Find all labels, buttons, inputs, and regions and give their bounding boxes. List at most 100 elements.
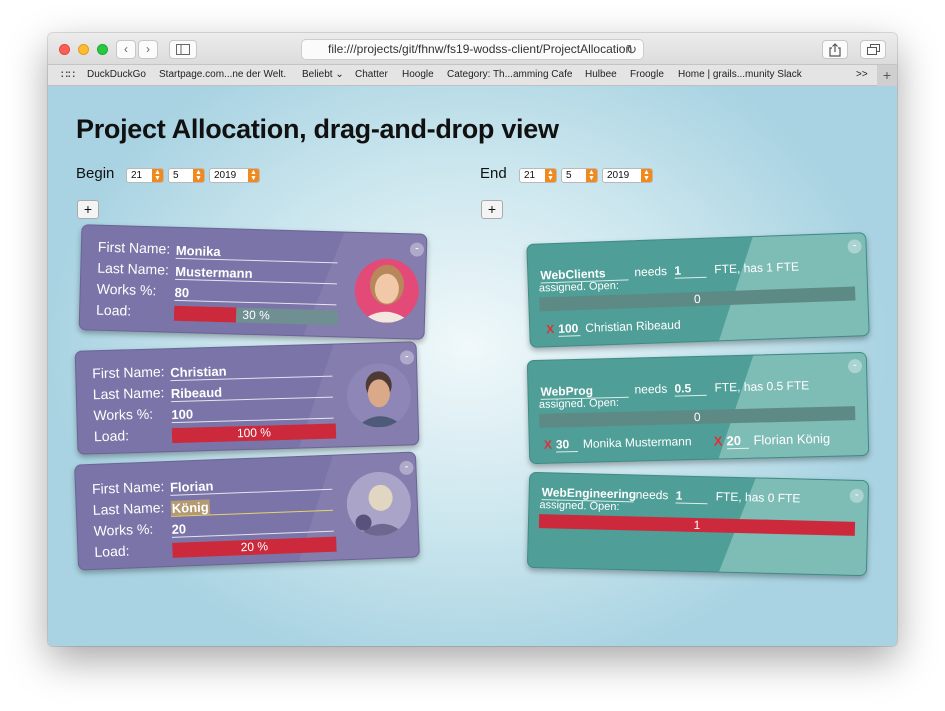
end-month-value: 5: [566, 170, 572, 181]
assignment-percent-field[interactable]: 100: [558, 321, 581, 337]
first-name-label: First Name:: [97, 238, 171, 257]
assignment[interactable]: X 20 Florian König: [714, 431, 831, 450]
chevron-right-icon: ›: [146, 42, 150, 56]
stepper-arrows-icon[interactable]: ▲ ▼: [545, 169, 556, 182]
close-window-button[interactable]: [59, 44, 70, 55]
page-content: Project Allocation, drag-and-drop view B…: [48, 86, 897, 646]
load-label: Load:: [94, 542, 130, 560]
fte-has-text: FTE, has 0.5 FTE: [714, 378, 810, 395]
needs-field[interactable]: 1: [675, 488, 708, 505]
back-button[interactable]: ‹: [116, 40, 136, 59]
bookmark-item[interactable]: Hulbee: [585, 69, 617, 80]
last-name-field[interactable]: Mustermann: [175, 263, 338, 285]
assigned-open-label: assigned. Open:: [538, 279, 620, 295]
grid-icon[interactable]: ∷∷: [61, 68, 75, 81]
remove-assignment-icon[interactable]: X: [714, 433, 723, 448]
minimize-window-button[interactable]: [78, 44, 89, 55]
bookmark-item[interactable]: Startpage.com...ne der Welt.: [159, 69, 286, 80]
page-title: Project Allocation, drag-and-drop view: [76, 114, 559, 144]
stepper-arrows-icon[interactable]: ▲ ▼: [248, 169, 259, 182]
bookmark-item[interactable]: DuckDuckGo: [87, 69, 146, 80]
project-card[interactable]: WebClients needs 1 FTE, has 1 FTE assign…: [526, 232, 870, 348]
begin-day-stepper[interactable]: 21 ▲ ▼: [126, 168, 164, 183]
browser-toolbar: ‹ › file:///projects/git/fhnw/fs19-wodss…: [48, 33, 897, 65]
assignment[interactable]: X 100 Christian Ribeaud: [546, 318, 681, 338]
zoom-window-button[interactable]: [97, 44, 108, 55]
bookmark-item[interactable]: Hoogle: [402, 69, 434, 80]
stepper-arrows-icon[interactable]: ▲ ▼: [152, 169, 163, 182]
first-name-label: First Name:: [92, 363, 165, 382]
person-card[interactable]: First Name: Florian Last Name: König Wor…: [74, 451, 420, 571]
assignment-last-name: Mustermann: [624, 434, 692, 450]
needs-label: needs: [635, 487, 669, 503]
last-name-label: Last Name:: [97, 259, 170, 278]
needs-field[interactable]: 1: [674, 262, 707, 279]
stepper-arrows-icon[interactable]: ▲ ▼: [641, 169, 652, 182]
begin-month-stepper[interactable]: 5 ▲ ▼: [168, 168, 205, 183]
first-name-field[interactable]: Florian: [169, 473, 333, 496]
first-name-label: First Name:: [91, 478, 165, 497]
works-field[interactable]: 80: [174, 284, 337, 306]
fte-has-text: FTE, has 1 FTE: [714, 259, 800, 277]
add-project-button[interactable]: +: [481, 200, 503, 219]
first-name-field[interactable]: Monika: [175, 242, 339, 264]
bookmarks-more-button[interactable]: >>: [856, 69, 868, 80]
remove-assignment-icon[interactable]: X: [544, 438, 552, 452]
last-name-field[interactable]: Ribeaud: [170, 381, 334, 403]
needs-label: needs: [634, 381, 668, 397]
end-year-stepper[interactable]: 2019 ▲ ▼: [602, 168, 653, 183]
sidebar-toggle-button[interactable]: [169, 40, 197, 59]
begin-year-value: 2019: [214, 170, 237, 181]
stepper-arrows-icon[interactable]: ▲ ▼: [193, 169, 204, 182]
forward-button[interactable]: ›: [138, 40, 158, 59]
person-card[interactable]: First Name: Monika Last Name: Mustermann…: [78, 224, 428, 340]
end-year-value: 2019: [607, 170, 630, 181]
last-name-field[interactable]: König: [170, 494, 334, 517]
end-month-stepper[interactable]: 5 ▲ ▼: [561, 168, 598, 183]
assignment-percent-field[interactable]: 30: [555, 436, 579, 453]
begin-year-stepper[interactable]: 2019 ▲ ▼: [209, 168, 260, 183]
first-name-field[interactable]: Christian: [170, 360, 333, 382]
assignment-last-name: Ribeaud: [635, 317, 681, 334]
assigned-open-label: assigned. Open:: [538, 396, 620, 411]
needs-field[interactable]: 0.5: [674, 380, 707, 397]
bookmark-item[interactable]: Chatter: [355, 69, 388, 80]
works-label: Works %:: [96, 280, 157, 299]
person-card[interactable]: First Name: Christian Last Name: Ribeaud…: [74, 341, 420, 455]
project-card[interactable]: WebEngineering needs 1 FTE, has 0 FTE as…: [526, 471, 870, 577]
address-text: file:///projects/git/fhnw/fs19-wodss-cli…: [328, 42, 633, 56]
assignment-first-name: Monika: [582, 435, 622, 451]
fte-has-text: FTE, has 0 FTE: [715, 489, 801, 506]
assigned-open-label: assigned. Open:: [539, 499, 620, 514]
load-text: 30 %: [242, 307, 270, 323]
assignment-first-name: Christian: [585, 319, 633, 335]
project-card[interactable]: WebProg needs 0.5 FTE, has 0.5 FTE assig…: [526, 351, 870, 465]
end-day-value: 21: [524, 170, 536, 181]
assignment-last-name: König: [796, 430, 831, 447]
tabs-button[interactable]: [860, 40, 886, 59]
last-name-selection: König: [170, 499, 210, 516]
address-bar[interactable]: file:///projects/git/fhnw/fs19-wodss-cli…: [301, 39, 644, 60]
bookmark-item[interactable]: Category: Th...amming Cafe: [447, 69, 572, 80]
add-person-button[interactable]: +: [77, 200, 99, 219]
assignment-percent-field[interactable]: 20: [726, 432, 749, 450]
end-label: End: [480, 165, 507, 182]
load-label: Load:: [95, 301, 132, 319]
new-tab-button[interactable]: +: [877, 65, 897, 86]
load-bar: 30 %: [173, 305, 339, 326]
stepper-arrows-icon[interactable]: ▲ ▼: [586, 169, 597, 182]
end-day-stepper[interactable]: 21 ▲ ▼: [519, 168, 557, 183]
assignment[interactable]: X 30 Monika Mustermann: [544, 434, 692, 453]
bookmark-item[interactable]: Home | grails...munity Slack: [678, 69, 802, 80]
tabs-icon: [866, 44, 880, 55]
begin-day-value: 21: [131, 170, 143, 181]
browser-window: ‹ › file:///projects/git/fhnw/fs19-wodss…: [48, 33, 897, 646]
bookmark-item[interactable]: Beliebt ⌄: [302, 69, 344, 80]
share-button[interactable]: [822, 40, 848, 59]
needs-label: needs: [634, 264, 668, 280]
remove-assignment-icon[interactable]: X: [546, 322, 554, 336]
reload-icon[interactable]: ↻: [626, 40, 637, 59]
share-icon: [829, 43, 841, 57]
bookmark-item[interactable]: Froogle: [630, 69, 664, 80]
last-name-label: Last Name:: [92, 384, 165, 403]
